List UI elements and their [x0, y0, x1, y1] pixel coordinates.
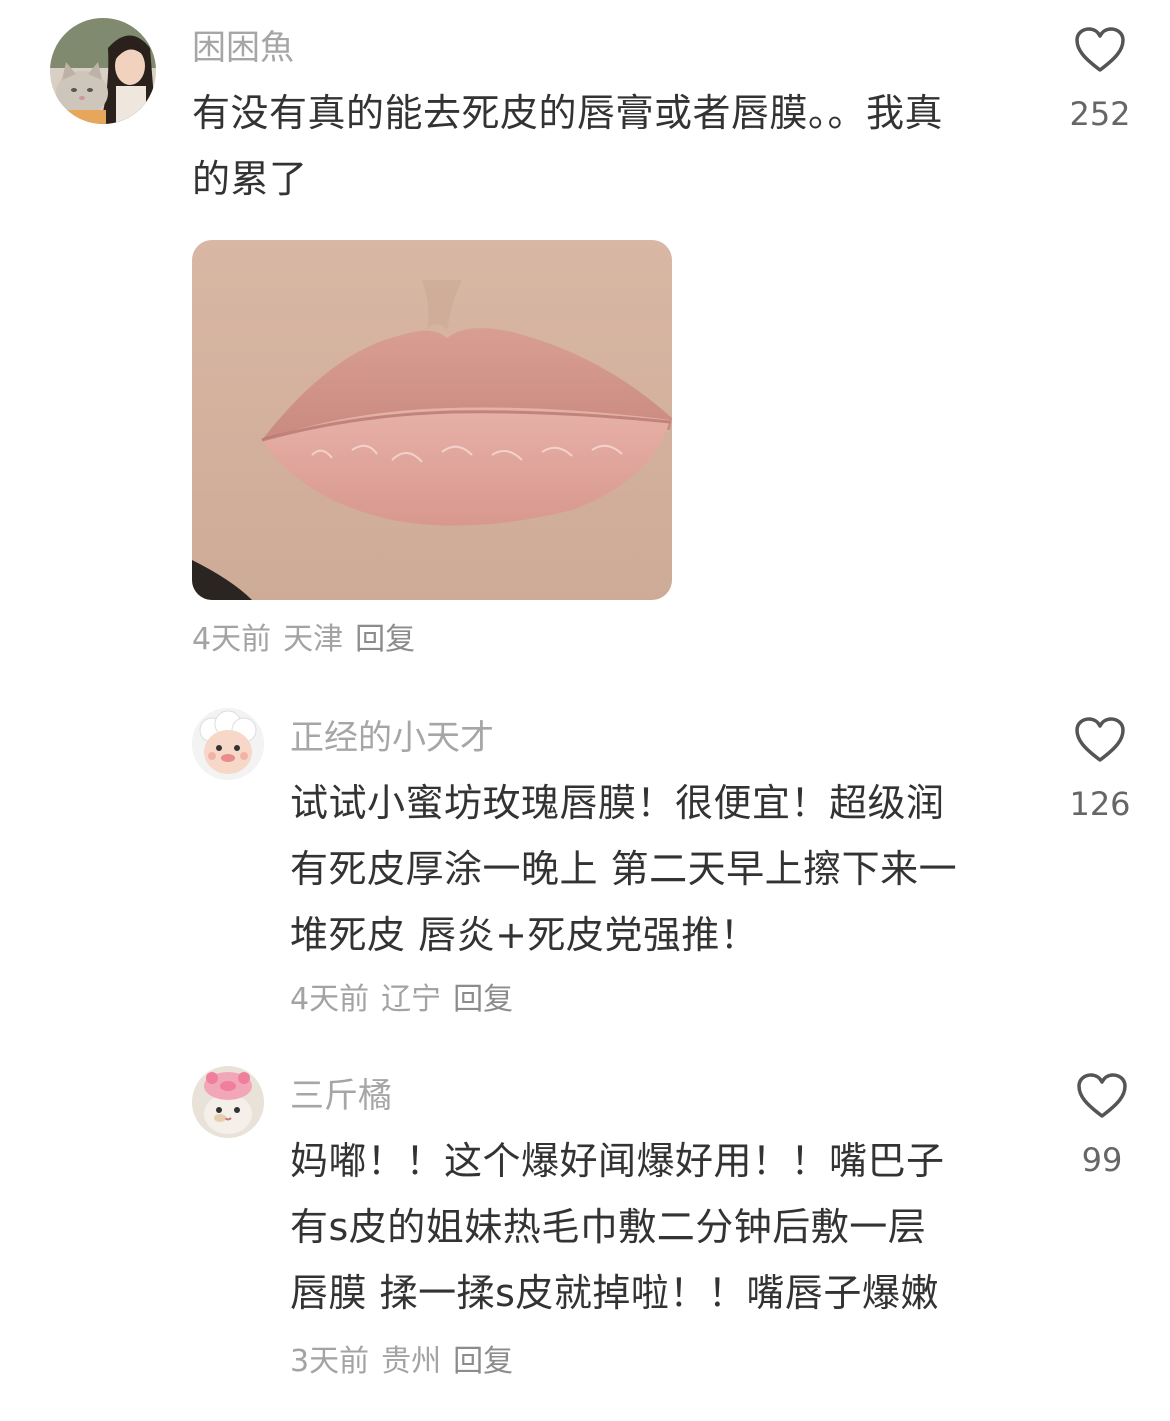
avatar[interactable]: [192, 708, 264, 780]
comment-text-line: 试试小蜜坊玫瑰唇膜！很便宜！超级润: [290, 781, 945, 825]
comment-text-line: 妈嘟！！这个爆好闻爆好用！！嘴巴子: [290, 1139, 945, 1183]
username[interactable]: 三斤橘: [290, 1076, 392, 1116]
comment-meta: 4天前 辽宁 回复: [290, 982, 525, 1018]
comment-text-line: 的累了: [192, 157, 308, 201]
like-count: 126: [1069, 785, 1131, 823]
comment-meta: 4天前 天津 回复: [192, 622, 427, 658]
like-button[interactable]: 126: [1055, 716, 1145, 824]
like-button[interactable]: 99: [1057, 1072, 1147, 1180]
comment-text-line: 堆死皮 唇炎+死皮党强推！: [290, 913, 759, 957]
comment-text-line: 有死皮厚涂一晚上 第二天早上擦下来一: [290, 847, 958, 891]
avatar[interactable]: [192, 1066, 264, 1138]
heart-outline-icon: [1075, 27, 1125, 72]
comment-location: 贵州: [381, 1344, 442, 1379]
heart-outline-icon: [1075, 717, 1125, 762]
comment-time: 3天前: [290, 1344, 370, 1379]
comment-text: 妈嘟！！这个爆好闻爆好用！！嘴巴子 有s皮的姐妹热毛巾敷二分钟后敷一层 唇膜 揉…: [290, 1128, 945, 1326]
heart-outline-icon: [1077, 1073, 1127, 1118]
comment-location: 天津: [283, 622, 344, 657]
reply-button[interactable]: 回复: [453, 982, 513, 1017]
avatar[interactable]: [50, 18, 156, 124]
comment-text-line: 唇膜 揉一揉s皮就掉啦！！嘴唇子爆嫩: [290, 1271, 939, 1315]
comment-meta: 3天前 贵州 回复: [290, 1344, 525, 1380]
username[interactable]: 正经的小天才: [290, 718, 494, 758]
like-button[interactable]: 252: [1055, 26, 1145, 134]
comment-location: 辽宁: [381, 982, 442, 1017]
like-count: 252: [1069, 95, 1131, 133]
comment-image[interactable]: [192, 240, 672, 600]
reply-button[interactable]: 回复: [453, 1344, 513, 1379]
comment-text-line: 有没有真的能去死皮的唇膏或者唇膜。。我真: [192, 91, 944, 135]
comment-item: 困困魚 有没有真的能去死皮的唇膏或者唇膜。。我真 的累了 4天前 天津 回复 2…: [0, 0, 1170, 690]
comment-time: 4天前: [192, 622, 272, 657]
comment-text-line: 有s皮的姐妹热毛巾敷二分钟后敷一层: [290, 1205, 927, 1249]
username[interactable]: 困困魚: [192, 28, 294, 68]
comment-text: 有没有真的能去死皮的唇膏或者唇膜。。我真 的累了: [192, 80, 943, 212]
reply-button[interactable]: 回复: [355, 622, 415, 657]
like-count: 99: [1081, 1141, 1123, 1179]
comment-text: 试试小蜜坊玫瑰唇膜！很便宜！超级润 有死皮厚涂一晚上 第二天早上擦下来一 堆死皮…: [290, 770, 957, 968]
comment-item: 三斤橘 妈嘟！！这个爆好闻爆好用！！嘴巴子 有s皮的姐妹热毛巾敷二分钟后敷一层 …: [0, 1058, 1170, 1408]
comment-item: 正经的小天才 试试小蜜坊玫瑰唇膜！很便宜！超级润 有死皮厚涂一晚上 第二天早上擦…: [0, 700, 1170, 1040]
comment-time: 4天前: [290, 982, 370, 1017]
